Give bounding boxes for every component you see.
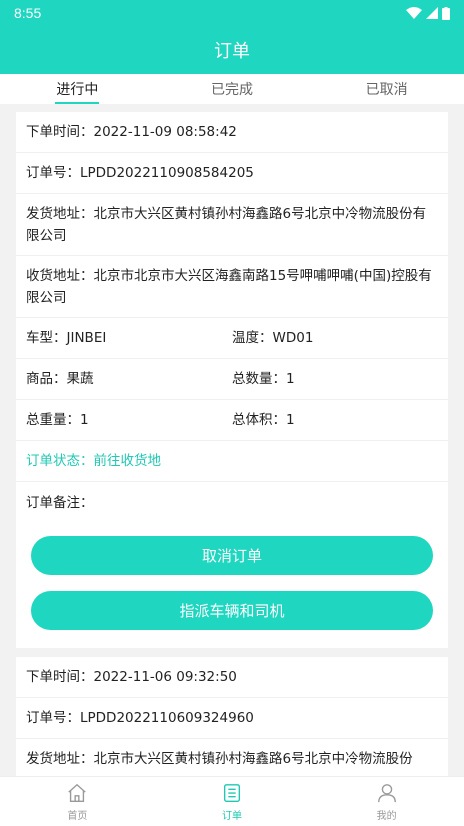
receive-address-text: 收货地址：北京市北京市大兴区海鑫南路15号呷哺呷哺(中国)控股有限公司 (26, 267, 432, 306)
weight-volume-row: 总重量：1 总体积：1 (16, 400, 448, 441)
bottom-nav: 首页 订单 我的 (0, 776, 464, 826)
goods-quantity-row: 商品：果蔬 总数量：1 (16, 359, 448, 400)
order-tabs: 进行中 已完成 已取消 (0, 74, 464, 104)
tab-in-progress[interactable]: 进行中 (0, 74, 155, 104)
nav-orders[interactable]: 订单 (155, 777, 310, 826)
status-icons (406, 6, 450, 20)
order-time: 下单时间：2022-11-09 08:58:42 (16, 112, 448, 153)
order-status: 订单状态： 前往收货地 (16, 441, 448, 482)
order-number: 订单号：LPDD2022110609324960 (16, 698, 448, 739)
order-number: 订单号：LPDD2022110908584205 (16, 153, 448, 194)
vehicle-temperature-row: 车型：JINBEI 温度：WD01 (16, 318, 448, 359)
nav-mine[interactable]: 我的 (309, 777, 464, 826)
ship-address: 发货地址：北京市大兴区黄村镇孙村海鑫路6号北京中冷物流股份有限公司 (16, 194, 448, 256)
battery-icon (442, 6, 450, 20)
tab-completed[interactable]: 已完成 (155, 74, 310, 104)
nav-home-label: 首页 (67, 810, 88, 822)
order-time: 下单时间：2022-11-06 09:32:50 (16, 657, 448, 698)
status-time: 8:55 (14, 5, 42, 21)
signal-icon (426, 7, 438, 19)
page-title: 订单 (214, 41, 250, 62)
order-card[interactable]: 下单时间：2022-11-06 09:32:50 订单号：LPDD2022110… (16, 657, 448, 776)
cancel-order-button[interactable]: 取消订单 (31, 536, 433, 575)
order-remark: 订单备注： (26, 494, 94, 511)
temperature: 温度：WD01 (232, 330, 314, 346)
receive-address: 收货地址：北京市北京市大兴区海鑫南路15号呷哺呷哺(中国)控股有限公司 (16, 256, 448, 318)
total-quantity: 总数量：1 (232, 371, 295, 387)
total-weight: 总重量：1 (26, 412, 89, 428)
order-status-label: 订单状态： (26, 453, 94, 469)
ship-address: 发货地址：北京市大兴区黄村镇孙村海鑫路6号北京中冷物流股份 (16, 739, 448, 776)
person-icon (377, 783, 396, 802)
app-bar: 订单 (0, 26, 464, 74)
ship-address-text: 发货地址：北京市大兴区黄村镇孙村海鑫路6号北京中冷物流股份有限公司 (26, 205, 427, 244)
tab-cancelled[interactable]: 已取消 (309, 74, 464, 104)
goods: 商品：果蔬 (26, 371, 94, 387)
ship-address-text: 发货地址：北京市大兴区黄村镇孙村海鑫路6号北京中冷物流股份 (26, 751, 413, 767)
home-icon (68, 783, 87, 802)
order-card[interactable]: 下单时间：2022-11-09 08:58:42 订单号：LPDD2022110… (16, 112, 448, 648)
order-list-icon (223, 783, 241, 802)
vehicle-type: 车型：JINBEI (26, 330, 107, 346)
nav-orders-label: 订单 (222, 810, 242, 822)
status-bar: 8:55 (0, 0, 464, 26)
wifi-icon (406, 7, 422, 19)
nav-home[interactable]: 首页 (0, 777, 155, 826)
nav-mine-label: 我的 (376, 810, 397, 822)
assign-vehicle-driver-button[interactable]: 指派车辆和司机 (31, 591, 433, 630)
order-list[interactable]: 下单时间：2022-11-09 08:58:42 订单号：LPDD2022110… (0, 104, 464, 776)
total-volume: 总体积：1 (232, 412, 295, 428)
order-status-value: 前往收货地 (93, 453, 162, 469)
